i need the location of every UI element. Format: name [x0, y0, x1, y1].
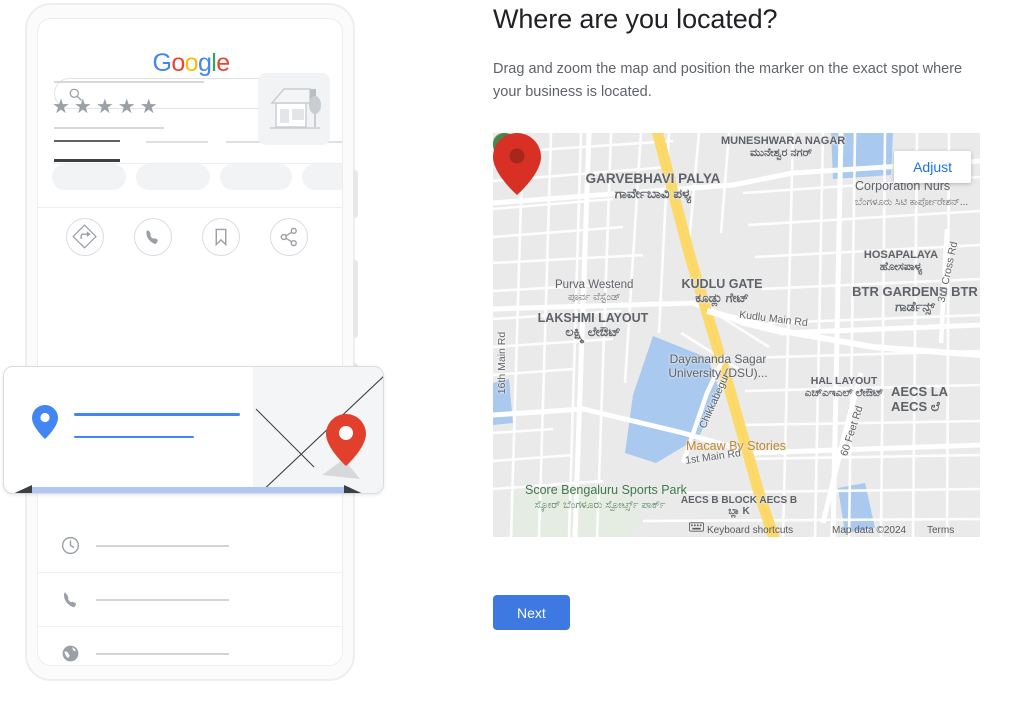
keyboard-icon — [689, 522, 704, 532]
save-button[interactable] — [202, 218, 240, 256]
address-line-1-placeholder — [74, 413, 240, 416]
map-label-lakshmi-layout: LAKSHMI LAYOUT ಲಕ್ಷ್ಮಿ ಲೇಔಟ್ — [537, 311, 649, 339]
business-name-placeholder — [54, 81, 204, 83]
adjust-button[interactable]: Adjust — [894, 151, 971, 183]
page-subtitle: Drag and zoom the map and position the m… — [493, 61, 963, 100]
map-label-garvebhavi-palya: GARVEBHAVI PALYA ಗಾರ್ವೇಬಾವಿ ಪಳ್ಯ — [585, 171, 721, 202]
google-logo-g2: g — [197, 49, 212, 77]
action-button-row — [38, 218, 342, 274]
address-card-overlay — [3, 366, 384, 494]
map-label-hal-layout: HAL LAYOUT ಎಚ್ಎಇಎಲ್ ಲೇಔಟ್ — [804, 375, 884, 399]
google-logo-o1: o — [171, 49, 185, 77]
detail-row-hours[interactable] — [38, 519, 342, 573]
card-corner-right — [344, 485, 370, 493]
map-attribution: Keyboard shortcuts Map data ©2024 Terms — [493, 522, 980, 537]
google-logo-g1: G — [152, 49, 172, 77]
bookmark-icon — [215, 228, 227, 247]
map-label-aecs-b-block: AECS B BLOCK AECS B ಬ್ಲಾ K — [680, 495, 798, 518]
phone-side-button-mute — [353, 170, 358, 218]
map-label-muneshwara-nagar: MUNESHWARA NAGAR ಮುನೇಶ್ವರ ನಗರ್ — [721, 135, 846, 160]
detail-row-website[interactable] — [38, 627, 342, 665]
call-icon — [146, 230, 158, 244]
keyboard-shortcuts-link[interactable]: Keyboard shortcuts — [707, 525, 793, 536]
map-label-aecs-la: AECS LA AECS ಲೆ — [891, 384, 949, 414]
tab-overview[interactable] — [54, 140, 120, 142]
detail-value-placeholder — [96, 653, 229, 655]
google-logo-e: e — [216, 49, 230, 77]
chip-item[interactable] — [136, 164, 210, 190]
card-bottom-bar — [32, 487, 350, 493]
chip-item[interactable] — [52, 164, 126, 190]
globe-icon — [62, 645, 79, 662]
address-line-2-placeholder — [74, 436, 194, 438]
share-button[interactable] — [270, 218, 308, 256]
business-category-placeholder — [54, 127, 164, 129]
storefront-thumbnail — [258, 73, 330, 145]
page-title: Where are you located? — [493, 4, 778, 34]
detail-row-phone[interactable] — [38, 573, 342, 627]
phone-screen: Google ★★★★★ — [37, 18, 343, 666]
map-canvas[interactable]: MUNESHWARA NAGAR ಮುನೇಶ್ವರ ನಗರ್ GARVEBHAV… — [493, 133, 980, 537]
detail-value-placeholder — [96, 599, 229, 601]
directions-icon — [72, 224, 97, 249]
map-poi-purva-westend[interactable]: Purva Westend ಪೂರ್ವ ವೆಸ್ಟೆಂಡ್ — [555, 279, 633, 303]
storefront-icon — [270, 88, 321, 129]
map-label-kudlu-gate: KUDLU GATE ಕೂಡ್ಲು ಗೇಟ್ — [681, 277, 763, 305]
share-icon — [280, 227, 297, 247]
map-road-16th-main-rd: 16th Main Rd — [496, 331, 509, 395]
detail-value-placeholder — [96, 545, 229, 547]
business-location-marker[interactable] — [493, 133, 541, 195]
location-pin-blue-icon — [32, 405, 58, 439]
next-button[interactable]: Next — [493, 595, 570, 630]
map-label-btr-gardens: BTR GARDENS BTR ಗಾರ್ಡೆನ್ಸ್ — [852, 284, 978, 314]
phone-icon — [63, 592, 77, 608]
chip-row — [52, 164, 342, 190]
tab-active-indicator — [54, 159, 120, 162]
location-pin-red-icon — [326, 414, 366, 466]
location-form: Where are you located? Drag and zoom the… — [493, 0, 1024, 719]
chip-item[interactable] — [302, 164, 342, 190]
card-corner-left — [6, 485, 32, 493]
directions-button[interactable] — [66, 218, 104, 256]
chip-item[interactable] — [220, 164, 292, 190]
clock-icon — [61, 536, 80, 555]
phone-side-button-volume-up — [353, 260, 358, 338]
phone-illustration: Google ★★★★★ — [0, 0, 470, 719]
detail-row-list — [38, 519, 342, 665]
map-poi-corporation-nursery[interactable]: Corporation Nurs ಬೆಂಗಳೂರು ಸಿಟಿ ಕಾರ್ಪೋರೇಶ… — [855, 179, 968, 209]
rating-stars: ★★★★★ — [52, 96, 162, 118]
call-button[interactable] — [134, 218, 172, 256]
terms-link[interactable]: Terms — [927, 525, 954, 536]
map-data-attribution: Map data ©2024 — [832, 525, 907, 536]
map-poi-score-bengaluru-sports-park[interactable]: Score Bengaluru Sports Park ಸ್ಕೋರ್ ಬೆಂಗಳ… — [525, 483, 687, 512]
tab-reviews[interactable] — [146, 141, 208, 143]
google-logo-o2: o — [184, 49, 199, 77]
actions-divider — [38, 207, 342, 208]
page-root: Google ★★★★★ Where are you located? Drag… — [0, 0, 1024, 719]
